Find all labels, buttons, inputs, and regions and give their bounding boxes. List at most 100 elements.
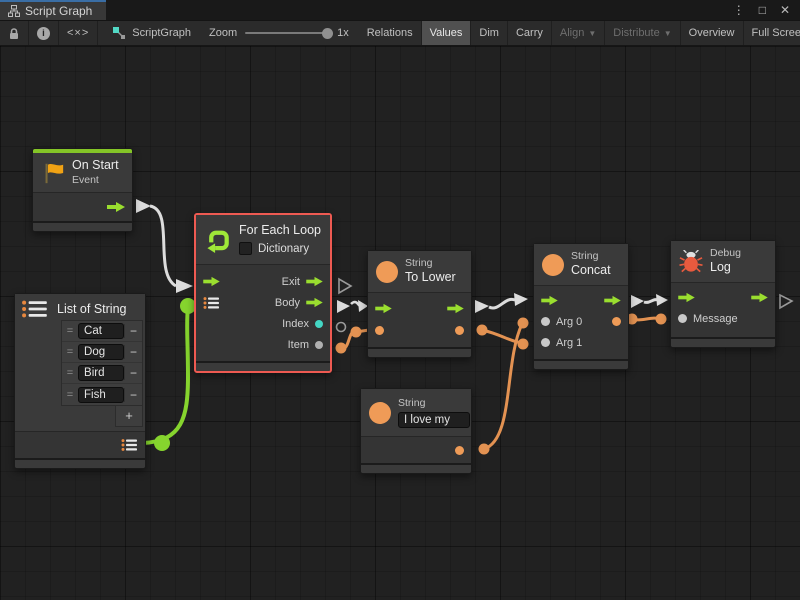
tab-script-graph[interactable]: Script Graph (0, 0, 106, 20)
control-wire-onstart-foreach[interactable] (150, 206, 176, 286)
node-to-lower[interactable]: String To Lower (367, 250, 472, 358)
node-string-literal[interactable]: String (360, 388, 472, 474)
graph-canvas[interactable]: On Start Event List of String (0, 46, 800, 600)
result-output-port[interactable] (612, 317, 621, 326)
carry-button[interactable]: Carry (508, 21, 552, 45)
overview-button[interactable]: Overview (681, 21, 744, 45)
node-header: String To Lower (368, 251, 471, 293)
wire-arrowhead (176, 279, 193, 293)
tab-title: Script Graph (25, 4, 92, 18)
flow-output-port[interactable] (447, 303, 464, 314)
zoom-slider-handle[interactable] (322, 28, 333, 39)
dictionary-checkbox[interactable] (239, 242, 252, 255)
flow-input-port[interactable] (678, 292, 695, 303)
remove-item-button[interactable]: − (124, 324, 142, 338)
port-label: Exit (282, 276, 300, 288)
list-output-port[interactable] (121, 438, 138, 452)
node-footer (33, 221, 132, 231)
node-header: List of String = − = − = (15, 294, 145, 431)
node-title: Log (710, 260, 741, 276)
value-wire-dot (656, 314, 667, 325)
distribute-button[interactable]: Distribute▼ (605, 21, 680, 45)
list-item-field[interactable] (78, 344, 124, 360)
tab-strip: Script Graph ⋮ □ ✕ (0, 0, 800, 20)
flow-output-port[interactable] (604, 295, 621, 306)
lock-button[interactable] (0, 21, 29, 45)
fullscreen-button[interactable]: Full Screen (744, 21, 800, 45)
value-wire-dot (479, 444, 490, 455)
list-item-row: = − (62, 384, 142, 405)
port-row-arg0: Arg 0 (534, 311, 628, 332)
value-wire-concat-message[interactable] (632, 318, 661, 320)
list-wire[interactable] (143, 308, 188, 443)
value-wire-item-tolower[interactable] (341, 330, 369, 348)
flow-input-port[interactable] (541, 295, 558, 306)
control-wire-concat-log[interactable] (644, 300, 658, 303)
dim-button[interactable]: Dim (471, 21, 508, 45)
flow-input-port[interactable] (375, 303, 392, 314)
body-output-port[interactable] (306, 297, 323, 308)
drag-handle-icon[interactable]: = (62, 367, 78, 379)
result-output-port[interactable] (455, 326, 464, 335)
node-debug-log[interactable]: Debug Log Message (670, 240, 776, 348)
node-concat[interactable]: String Concat Arg 0 Arg 1 (533, 243, 629, 370)
port-row-exit: Exit (196, 271, 330, 292)
align-button[interactable]: Align▼ (552, 21, 605, 45)
control-wire-body-tolower[interactable] (351, 302, 364, 306)
node-list-of-string[interactable]: List of String = − = − = (14, 293, 146, 469)
arg1-input-port[interactable] (541, 338, 550, 347)
add-item-button[interactable]: + (115, 406, 143, 427)
menu-icon[interactable]: ⋮ (733, 3, 745, 17)
node-on-start[interactable]: On Start Event (32, 148, 133, 232)
zoom-label: Zoom (209, 27, 237, 39)
code-view-button[interactable]: <×> (59, 21, 98, 45)
remove-item-button[interactable]: − (124, 366, 142, 380)
info-button[interactable]: i (29, 21, 59, 45)
flow-output-port[interactable] (751, 292, 768, 303)
node-for-each-loop[interactable]: For Each Loop Dictionary Exit (194, 213, 332, 373)
string-input-port[interactable] (375, 326, 384, 335)
flow-input-port[interactable] (203, 276, 220, 287)
arg0-input-port[interactable] (541, 317, 550, 326)
remove-item-button[interactable]: − (124, 388, 142, 402)
control-wire-tolower-concat[interactable] (489, 299, 515, 308)
list-item-field[interactable] (78, 365, 124, 381)
value-output-port[interactable] (455, 446, 464, 455)
drag-handle-icon[interactable]: = (62, 325, 78, 337)
index-unconnected-circle (337, 323, 346, 332)
port-label: Index (282, 318, 309, 330)
port-row-arg1: Arg 1 (534, 332, 628, 353)
value-wire-tolower-arg1[interactable] (482, 330, 521, 343)
flow-output-port[interactable] (107, 201, 125, 213)
graph-toolbar: i <×> ScriptGraph Zoom 1x Relations Valu… (0, 20, 800, 46)
list-item-row: = − (62, 342, 142, 363)
info-icon: i (37, 27, 50, 40)
graph-breadcrumb[interactable]: ScriptGraph (98, 21, 199, 45)
drag-handle-icon[interactable]: = (62, 389, 78, 401)
drag-handle-icon[interactable]: = (62, 346, 78, 358)
node-footer (361, 463, 471, 473)
checkbox-label: Dictionary (258, 242, 309, 256)
index-output-port[interactable] (315, 320, 323, 328)
collection-input-port[interactable] (203, 296, 220, 310)
zoom-slider[interactable] (245, 32, 329, 34)
exit-unconnected-triangle (339, 279, 351, 293)
chevron-down-icon: ▼ (588, 29, 596, 38)
exit-output-port[interactable] (306, 276, 323, 287)
node-header: String Concat (534, 244, 628, 286)
maximize-icon[interactable]: □ (759, 3, 766, 17)
remove-item-button[interactable]: − (124, 345, 142, 359)
value-wire-dot (518, 318, 529, 329)
close-icon[interactable]: ✕ (780, 3, 790, 17)
lock-icon (8, 27, 20, 40)
string-value-field[interactable] (398, 412, 470, 428)
message-input-port[interactable] (678, 314, 687, 323)
values-button[interactable]: Values (422, 21, 472, 45)
node-body: Arg 0 Arg 1 (534, 286, 628, 359)
node-header: For Each Loop Dictionary (196, 215, 330, 265)
relations-button[interactable]: Relations (359, 21, 422, 45)
list-item-field[interactable] (78, 323, 124, 339)
list-item-field[interactable] (78, 387, 124, 403)
value-wire-string-arg0[interactable] (484, 324, 522, 449)
item-output-port[interactable] (315, 341, 323, 349)
